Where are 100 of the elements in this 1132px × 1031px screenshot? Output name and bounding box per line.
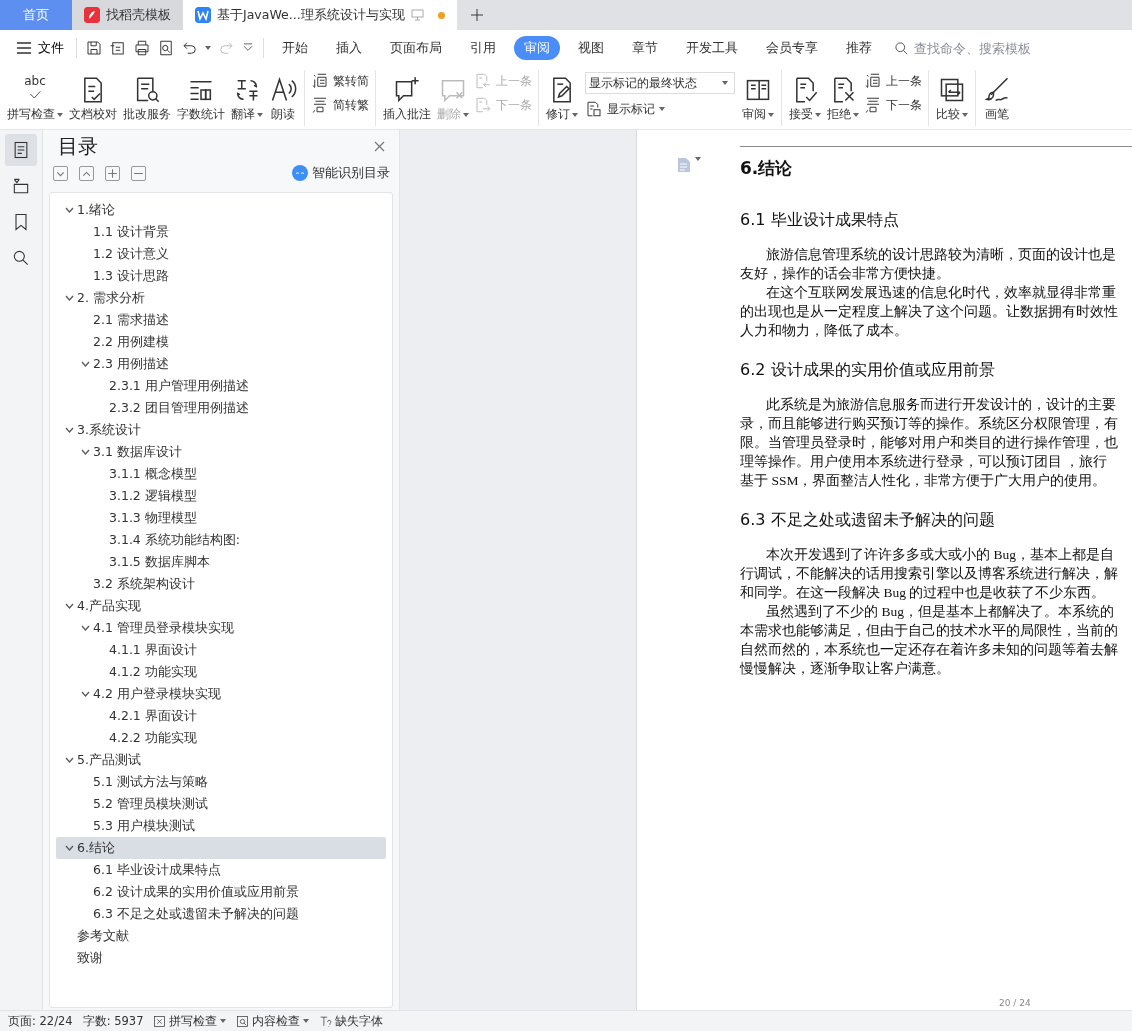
chevron-down-icon[interactable] bbox=[64, 207, 74, 213]
ribbon-button[interactable]: 接受 bbox=[786, 70, 824, 122]
outline-item[interactable]: 4.2 用户登录模块实现 bbox=[56, 683, 386, 705]
outline-item[interactable]: 2.3.1 用户管理用例描述 bbox=[56, 375, 386, 397]
outline-item[interactable]: 3.1.4 系统功能结构图: bbox=[56, 529, 386, 551]
window-tab[interactable]: 基于JavaWe...理系统设计与实现 bbox=[183, 0, 457, 30]
status-item[interactable]: 拼写检查 bbox=[153, 1013, 227, 1029]
outline-item[interactable]: 6.3 不足之处或遗留未予解决的问题 bbox=[56, 903, 386, 925]
markup-dropdown[interactable]: 显示标记的最终状态 bbox=[585, 72, 735, 94]
status-item[interactable]: 缺失字体 bbox=[319, 1013, 384, 1029]
ribbon-tab[interactable]: 开始 bbox=[272, 36, 318, 60]
chevron-down-icon[interactable] bbox=[80, 449, 90, 455]
ribbon-button[interactable]: 简转繁 bbox=[311, 96, 369, 114]
ribbon-button[interactable]: 拒绝 bbox=[824, 70, 862, 122]
outline-item[interactable]: 5.1 测试方法与策略 bbox=[56, 771, 386, 793]
outline-item[interactable]: 6.2 设计成果的实用价值或应用前景 bbox=[56, 881, 386, 903]
chevron-down-icon[interactable] bbox=[64, 427, 74, 433]
ribbon-tab[interactable]: 章节 bbox=[622, 36, 668, 60]
chevron-down-icon[interactable] bbox=[64, 603, 74, 609]
chevron-down-icon[interactable] bbox=[64, 295, 74, 301]
plus-icon[interactable] bbox=[105, 165, 120, 181]
chevron-down-icon[interactable] bbox=[80, 625, 90, 631]
status-item[interactable]: 字数: 5937 bbox=[82, 1013, 144, 1029]
outline-item[interactable]: 5.2 管理员模块测试 bbox=[56, 793, 386, 815]
outline-item[interactable]: 4.产品实现 bbox=[56, 595, 386, 617]
outline-item[interactable]: 致谢 bbox=[56, 947, 386, 969]
ribbon-tab[interactable]: 开发工具 bbox=[676, 36, 748, 60]
export-icon[interactable] bbox=[109, 39, 127, 57]
ribbon-tab[interactable]: 视图 bbox=[568, 36, 614, 60]
ribbon-button[interactable]: 批改服务 bbox=[120, 70, 174, 122]
chevron-down-icon[interactable] bbox=[80, 691, 90, 697]
ribbon-button[interactable]: 画笔 bbox=[980, 70, 1014, 122]
collapse-all-icon[interactable] bbox=[79, 165, 94, 181]
outline-item[interactable]: 2.3.2 团目管理用例描述 bbox=[56, 397, 386, 419]
expand-all-icon[interactable] bbox=[53, 165, 68, 181]
ribbon-button[interactable]: 繁转简 bbox=[311, 72, 369, 90]
close-icon[interactable] bbox=[374, 140, 385, 152]
icon-text: abc bbox=[24, 76, 46, 86]
brush-icon bbox=[983, 76, 1011, 104]
ribbon-button[interactable]: abc 拼写检查 bbox=[4, 70, 66, 122]
print-preview-icon[interactable] bbox=[157, 39, 175, 57]
save-icon[interactable] bbox=[85, 39, 103, 57]
outline-item[interactable]: 4.1.2 功能实现 bbox=[56, 661, 386, 683]
outline-item[interactable]: 3.1.1 概念模型 bbox=[56, 463, 386, 485]
chevron-down-icon[interactable] bbox=[80, 361, 90, 367]
ribbon-tab[interactable]: 引用 bbox=[460, 36, 506, 60]
ribbon-button[interactable]: 显示标记 bbox=[585, 100, 735, 118]
outline-item[interactable]: 1.2 设计意义 bbox=[56, 243, 386, 265]
outline-item[interactable]: 4.2.2 功能实现 bbox=[56, 727, 386, 749]
outline-item[interactable]: 4.1.1 界面设计 bbox=[56, 639, 386, 661]
outline-item[interactable]: 5.产品测试 bbox=[56, 749, 386, 771]
ribbon-tab[interactable]: 插入 bbox=[326, 36, 372, 60]
ribbon-button[interactable]: 字数统计 bbox=[174, 70, 228, 122]
ribbon-button[interactable]: 比较 bbox=[933, 70, 971, 122]
status-item[interactable]: 页面: 22/24 bbox=[8, 1013, 73, 1029]
outline-item[interactable]: 3.系统设计 bbox=[56, 419, 386, 441]
window-tab[interactable]: 找稻壳模板 bbox=[72, 0, 183, 30]
outline-item[interactable]: 1.1 设计背景 bbox=[56, 221, 386, 243]
outline-item[interactable]: 1.3 设计思路 bbox=[56, 265, 386, 287]
outline-item[interactable]: 2.2 用例建模 bbox=[56, 331, 386, 353]
outline-item[interactable]: 3.1 数据库设计 bbox=[56, 441, 386, 463]
ribbon-button[interactable]: 审阅 bbox=[739, 70, 777, 122]
ribbon-button[interactable]: 文档校对 bbox=[66, 70, 120, 122]
minus-icon[interactable] bbox=[131, 165, 146, 181]
search-field[interactable]: 查找命令、搜索模板 bbox=[894, 39, 1056, 57]
ribbon-tab[interactable]: 页面布局 bbox=[380, 36, 452, 60]
checkbox-icon bbox=[153, 1014, 167, 1028]
caret-icon[interactable] bbox=[694, 157, 701, 161]
outline-item[interactable]: 2.1 需求描述 bbox=[56, 309, 386, 331]
smart-toc-button[interactable]: 智能识别目录 bbox=[289, 164, 393, 182]
section-heading: 6.1 毕业设计成果特点 bbox=[740, 210, 900, 231]
ribbon-button[interactable]: 上一条 bbox=[864, 72, 922, 90]
outline-item[interactable]: 3.1.3 物理模型 bbox=[56, 507, 386, 529]
ribbon-button[interactable]: 下一条 bbox=[864, 96, 922, 114]
ribbon-button[interactable]: 修订 bbox=[543, 70, 581, 122]
outline-item[interactable]: 6.1 毕业设计成果特点 bbox=[56, 859, 386, 881]
chevron-down-icon[interactable] bbox=[64, 757, 74, 763]
outline-item[interactable]: 1.绪论 bbox=[56, 199, 386, 221]
ribbon-button[interactable]: 翻译 bbox=[228, 70, 266, 122]
status-item[interactable]: 内容检查 bbox=[236, 1013, 310, 1029]
undo-icon[interactable] bbox=[181, 39, 199, 57]
outline-item[interactable]: 参考文献 bbox=[56, 925, 386, 947]
character-icon bbox=[311, 72, 329, 90]
outline-item[interactable]: 6.结论 bbox=[56, 837, 386, 859]
outline-item[interactable]: 3.1.5 数据库脚本 bbox=[56, 551, 386, 573]
chevron-down-icon[interactable] bbox=[64, 845, 74, 851]
outline-item[interactable]: 2. 需求分析 bbox=[56, 287, 386, 309]
ribbon-tab[interactable]: 会员专享 bbox=[756, 36, 828, 60]
ribbon-button[interactable]: 插入批注 bbox=[380, 70, 434, 122]
file-menu[interactable]: 文件 bbox=[12, 39, 68, 57]
print-icon[interactable] bbox=[133, 39, 151, 57]
sidebar-button[interactable] bbox=[5, 134, 37, 166]
outline-item[interactable]: 3.2 系统架构设计 bbox=[56, 573, 386, 595]
outline-item[interactable]: 3.1.2 逻辑模型 bbox=[56, 485, 386, 507]
outline-item[interactable]: 4.2.1 界面设计 bbox=[56, 705, 386, 727]
outline-item[interactable]: 4.1 管理员登录模块实现 bbox=[56, 617, 386, 639]
outline-item[interactable]: 5.3 用户模块测试 bbox=[56, 815, 386, 837]
ribbon-tab[interactable]: 推荐 bbox=[836, 36, 882, 60]
outline-item[interactable]: 2.3 用例描述 bbox=[56, 353, 386, 375]
ribbon-button[interactable]: 朗读 bbox=[266, 70, 300, 122]
